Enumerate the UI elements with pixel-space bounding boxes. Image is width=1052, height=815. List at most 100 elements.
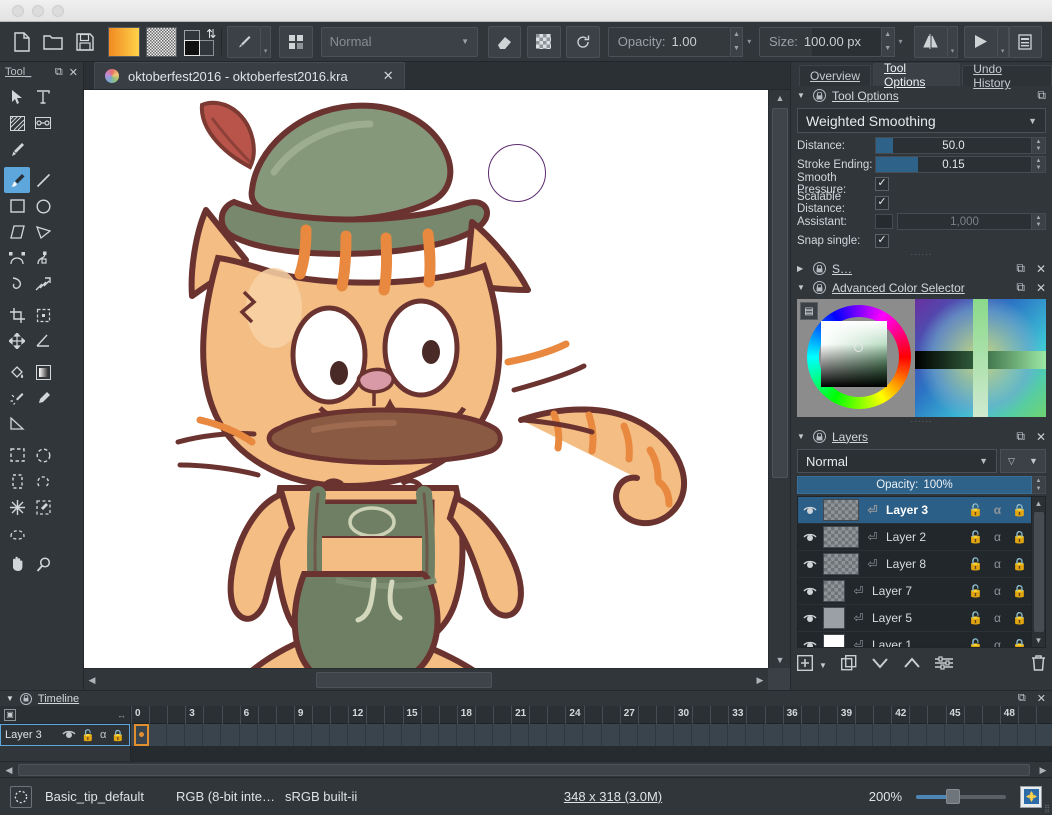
brush-outline-icon[interactable]	[10, 786, 32, 808]
timeline-frame-cell[interactable]	[982, 724, 1000, 746]
layer-alpha-icon[interactable]: α	[989, 638, 1006, 647]
panel-splitter-handle[interactable]: ······	[791, 417, 1052, 427]
layer-row-5[interactable]: ⏎ Layer 5 🔓 α 🔒	[798, 605, 1031, 632]
timeline-frame-cell[interactable]	[927, 724, 945, 746]
timeline-frame-cell[interactable]	[1036, 724, 1052, 746]
timeline-frame-cell[interactable]	[384, 724, 402, 746]
freehand-path-tool[interactable]	[30, 245, 56, 271]
layer-visibility-icon[interactable]	[801, 640, 818, 647]
timeline-frame-cell[interactable]	[638, 724, 656, 746]
timeline-frame-cell[interactable]	[185, 724, 203, 746]
timeline-frame-cell[interactable]	[602, 724, 620, 746]
layers-scrollbar[interactable]: ▲ ▼	[1031, 497, 1045, 647]
layer-opacity-spinner[interactable]: ▲▼	[1032, 476, 1046, 494]
layer-alpha-lock-icon[interactable]: 🔒	[111, 729, 125, 742]
layer-thumbnail[interactable]	[823, 553, 859, 575]
smart-patch-tool[interactable]	[4, 385, 30, 411]
timeline-frame-cell[interactable]	[765, 724, 783, 746]
timeline-frame-cell[interactable]	[149, 724, 167, 746]
open-document-icon[interactable]	[39, 27, 66, 57]
assistant-slider[interactable]: 1,000	[897, 213, 1032, 230]
collapse-triangle-icon[interactable]: ▼	[797, 283, 807, 292]
timeline-frame-cell[interactable]	[891, 724, 909, 746]
freehand-brush-tool[interactable]	[4, 167, 30, 193]
minimize-window-button[interactable]	[32, 5, 44, 17]
lock-icon[interactable]	[813, 281, 826, 294]
timeline-frame-cell[interactable]	[475, 724, 493, 746]
delete-layer-button[interactable]	[1031, 655, 1046, 676]
close-panel-icon[interactable]: ✕	[1036, 262, 1046, 276]
timeline-frame-cell[interactable]	[964, 724, 982, 746]
scroll-right-icon[interactable]: ▶	[1036, 763, 1050, 777]
timeline-frame-cell[interactable]	[348, 724, 366, 746]
window-resize-grip[interactable]: ⣿	[1044, 804, 1050, 813]
timeline-scroll-thumb[interactable]	[18, 764, 1030, 776]
timeline-frame-cell[interactable]	[240, 724, 258, 746]
rectangular-selection-tool[interactable]	[4, 442, 30, 468]
layer-lock-icon[interactable]: 🔓	[81, 729, 95, 742]
fit-to-view-button[interactable]	[1020, 786, 1042, 808]
float-panel-icon[interactable]: ⧉	[1016, 429, 1025, 444]
timeline-frame-cell[interactable]	[620, 724, 638, 746]
freehand-selection-tool[interactable]	[30, 468, 56, 494]
scroll-left-icon[interactable]: ◀	[2, 763, 16, 777]
layer-row-1[interactable]: ⏎ Layer 1 🔓 α 🔒	[798, 632, 1031, 647]
timeline-frame-cell[interactable]	[439, 724, 457, 746]
layer-lock-icon[interactable]: 🔓	[967, 503, 984, 517]
layer-row-3[interactable]: ⏎ Layer 3 🔓 α 🔒	[798, 497, 1031, 524]
close-panel-icon[interactable]: ✕	[1036, 430, 1046, 444]
brush-preset-dropdown[interactable]: ▾	[261, 26, 272, 58]
lock-icon[interactable]	[813, 430, 826, 443]
mirror-horizontal-dropdown[interactable]: ▾	[948, 26, 959, 58]
brush-preset-icon[interactable]	[227, 26, 260, 58]
timeline-ruler[interactable]: 036912151821242730333639424548	[131, 706, 1052, 724]
scroll-down-icon[interactable]: ▼	[769, 652, 791, 668]
transform-tool[interactable]	[30, 302, 56, 328]
snap-single-checkbox[interactable]: ✓	[875, 234, 889, 248]
tab-tool-options[interactable]: Tool Options	[873, 63, 960, 86]
advanced-color-selector[interactable]: ▤	[797, 299, 1046, 417]
assistant-tool[interactable]	[4, 411, 30, 437]
layer-thumbnail[interactable]	[823, 634, 845, 647]
expand-triangle-icon[interactable]: ▶	[797, 264, 807, 273]
smoothing-mode-select[interactable]: Weighted Smoothing ▼	[797, 108, 1046, 133]
collapse-triangle-icon[interactable]: ▼	[6, 694, 14, 703]
timeline-frame-cell[interactable]	[837, 724, 855, 746]
mirror-vertical-icon[interactable]	[964, 26, 997, 58]
move-tool[interactable]	[4, 328, 30, 354]
layer-lock-icon[interactable]: 🔓	[967, 530, 984, 544]
edit-shapes-tool[interactable]	[30, 110, 56, 136]
tab-overview[interactable]: Overview	[799, 65, 871, 86]
close-document-icon[interactable]: ✕	[383, 68, 394, 84]
add-timeline-layer-icon[interactable]: ▣	[4, 709, 16, 721]
close-panel-icon[interactable]: ✕	[1036, 281, 1046, 295]
timeline-frame-cell[interactable]	[511, 724, 529, 746]
scroll-up-icon[interactable]: ▲	[769, 90, 791, 106]
scroll-down-icon[interactable]: ▼	[1035, 634, 1043, 647]
layer-alpha-icon[interactable]: α	[100, 729, 106, 741]
rectangle-tool[interactable]	[4, 193, 30, 219]
smooth-pressure-checkbox[interactable]: ✓	[875, 177, 889, 191]
polyline-tool[interactable]	[30, 219, 56, 245]
resize-columns-icon[interactable]: ↔	[117, 710, 126, 720]
float-panel-icon[interactable]: ⧉	[1016, 261, 1025, 276]
timeline-frame-cell[interactable]	[276, 724, 294, 746]
timeline-frame-cell[interactable]	[710, 724, 728, 746]
layer-visibility-icon[interactable]	[801, 613, 818, 623]
select-shapes-tool[interactable]	[4, 84, 30, 110]
lock-icon[interactable]	[813, 89, 826, 102]
zoom-window-button[interactable]	[52, 5, 64, 17]
layer-row-7[interactable]: ⏎ Layer 7 🔓 α 🔒	[798, 578, 1031, 605]
scalable-distance-checkbox[interactable]: ✓	[875, 196, 889, 210]
color-cursor[interactable]	[854, 343, 863, 352]
layer-thumbnail[interactable]	[823, 526, 859, 548]
layer-opacity-slider[interactable]: Opacity: 100%	[797, 476, 1032, 494]
workspace-chooser-icon[interactable]	[1009, 26, 1042, 58]
timeline-horizontal-scrollbar[interactable]: ◀ ▶	[0, 761, 1052, 777]
timeline-frame-cell[interactable]	[1018, 724, 1036, 746]
line-tool[interactable]	[30, 167, 56, 193]
eraser-mode-icon[interactable]	[488, 26, 521, 58]
timeline-layer-row[interactable]: Layer 3 🔓 α 🔒	[0, 724, 130, 746]
float-panel-icon[interactable]: ⧉	[1037, 88, 1046, 103]
timeline-frame-cell[interactable]	[312, 724, 330, 746]
